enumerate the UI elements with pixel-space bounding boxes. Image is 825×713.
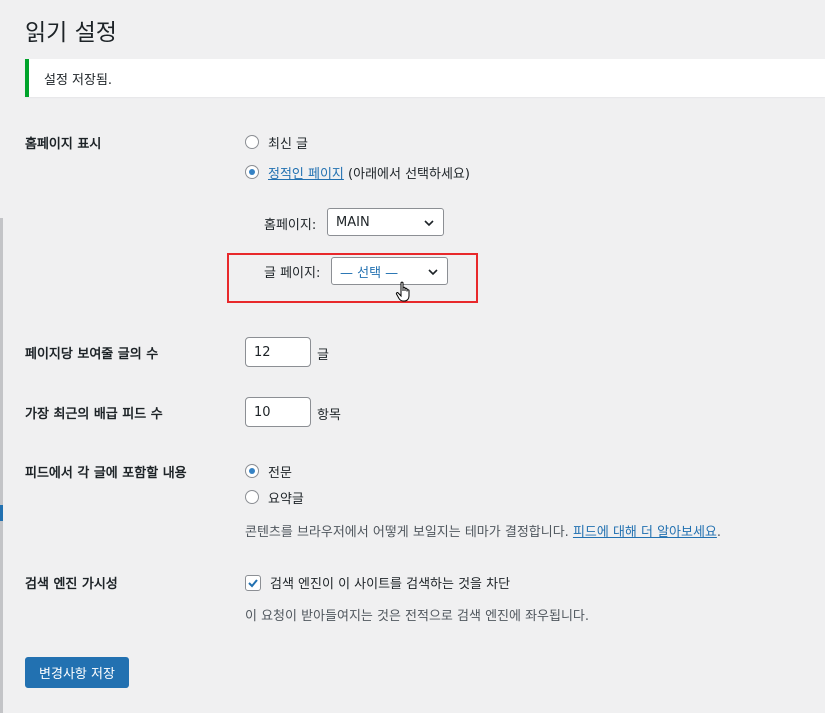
radio-static-page-input[interactable] (245, 165, 259, 179)
posts-per-page-unit: 글 (317, 348, 329, 363)
static-page-hint: (아래에서 선택하세요) (343, 166, 470, 182)
check-icon (248, 578, 258, 587)
discourage-search-checkbox[interactable] (245, 574, 261, 591)
radio-feed-excerpt-label: 요약글 (268, 491, 304, 507)
feed-items-input[interactable]: 10 (245, 397, 311, 427)
discourage-search-option[interactable]: 검색 엔진이 이 사이트를 검색하는 것을 차단 (245, 573, 510, 592)
radio-feed-full-input[interactable] (245, 464, 259, 478)
hand-cursor-icon (395, 281, 410, 302)
notice-text: 설정 저장됨. (44, 73, 113, 88)
admin-sidebar-edge (0, 0, 3, 713)
radio-latest-posts[interactable]: 최신 글 (245, 132, 308, 152)
feed-desc-text: 콘텐츠를 브라우저에서 어떻게 보일지는 테마가 결정합니다. (245, 525, 573, 540)
feed-learn-more-link[interactable]: 피드에 대해 더 알아보세요 (573, 525, 717, 540)
feed-content-description: 콘텐츠를 브라우저에서 어떻게 보일지는 테마가 결정합니다. 피드에 대해 더… (245, 521, 721, 540)
search-visibility-label: 검색 엔진 가시성 (25, 577, 118, 592)
save-changes-button[interactable]: 변경사항 저장 (25, 657, 129, 688)
radio-feed-excerpt-input[interactable] (245, 490, 259, 504)
sidebar-edge-active (0, 505, 3, 521)
radio-feed-excerpt[interactable]: 요약글 (245, 487, 304, 507)
page-title: 읽기 설정 (25, 20, 117, 46)
annotation-highlight-box (227, 253, 478, 303)
radio-feed-full-label: 전문 (268, 465, 292, 481)
posts-per-page-label: 페이지당 보여줄 글의 수 (25, 347, 159, 362)
feed-items-label: 가장 최근의 배급 피드 수 (25, 407, 163, 422)
homepage-select[interactable]: MAIN (327, 208, 444, 236)
chevron-down-icon (424, 220, 434, 227)
discourage-search-label: 검색 엔진이 이 사이트를 검색하는 것을 차단 (270, 577, 511, 592)
radio-latest-posts-input[interactable] (245, 135, 259, 149)
feed-items-unit: 항목 (317, 408, 341, 423)
feed-content-label: 피드에서 각 글에 포함할 내용 (25, 466, 187, 481)
feed-desc-period: . (716, 525, 722, 540)
sidebar-edge-dark (0, 218, 3, 713)
radio-static-page[interactable]: 정적인 페이지 (아래에서 선택하세요) (245, 162, 470, 182)
radio-feed-full[interactable]: 전문 (245, 461, 292, 481)
homepage-select-label: 홈페이지: (264, 218, 317, 233)
homepage-display-label: 홈페이지 표시 (25, 137, 102, 152)
homepage-select-value: MAIN (336, 214, 370, 230)
posts-per-page-input[interactable]: 12 (245, 337, 311, 367)
radio-latest-posts-label: 최신 글 (268, 136, 309, 152)
static-page-link[interactable]: 정적인 페이지 (268, 167, 344, 182)
search-visibility-description: 이 요청이 받아들여지는 것은 전적으로 검색 엔진에 좌우됩니다. (245, 609, 590, 624)
settings-saved-notice: 설정 저장됨. (25, 59, 825, 97)
